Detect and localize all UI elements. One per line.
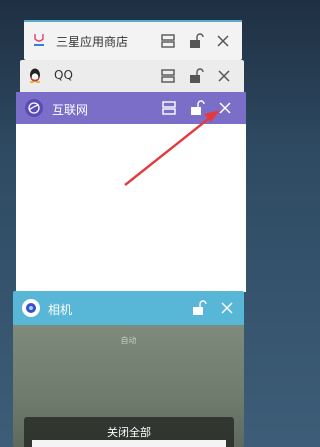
card-title: 相机 — [48, 303, 73, 317]
close-icon[interactable] — [219, 300, 235, 316]
lock-open-icon[interactable] — [191, 300, 207, 316]
camera-icon — [22, 299, 40, 317]
card-header: 相机 — [13, 291, 244, 325]
camera-mode-label: 自动 — [120, 336, 137, 345]
close-all-label: 关闭全部 — [107, 426, 151, 439]
white-strip — [32, 440, 226, 447]
